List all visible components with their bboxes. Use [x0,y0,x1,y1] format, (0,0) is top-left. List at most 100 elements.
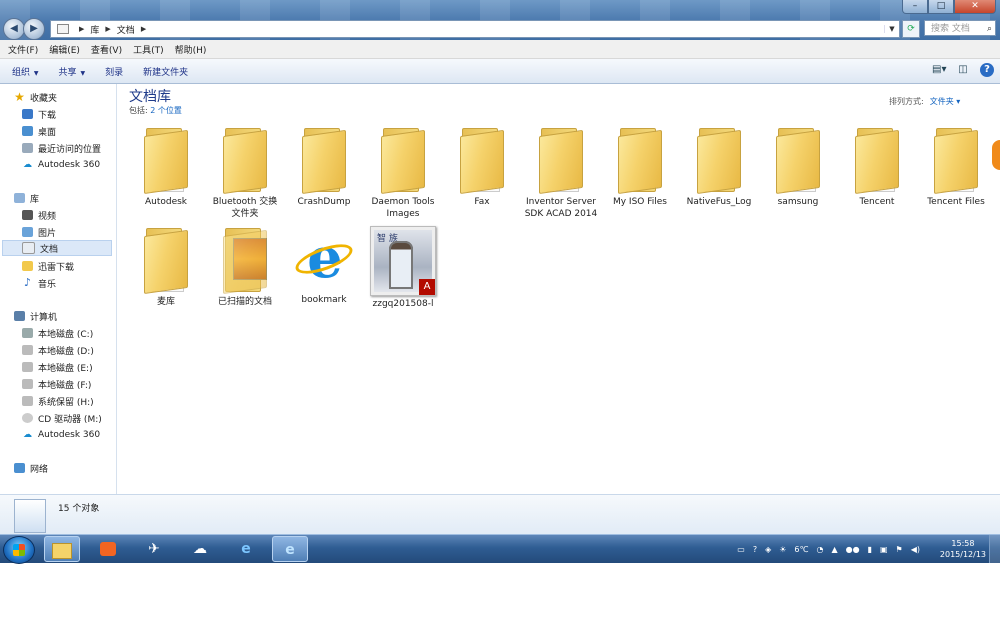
menu-edit[interactable]: 编辑(E) [49,43,80,56]
volume-icon[interactable]: ◀) [911,545,920,554]
includes-locations-link[interactable]: 2 个位置 [150,106,182,115]
desktop-icon [22,126,33,136]
folder-item[interactable]: Tencent [835,126,919,208]
taskbar-cloud-button[interactable]: ☁ [182,536,218,562]
nav-network[interactable]: 网络 [14,460,48,476]
network-tray-icon[interactable]: ▣ [880,545,888,554]
power-icon[interactable]: ▮ [868,545,872,554]
folder-item[interactable]: 已扫描的文档 [203,226,287,308]
nav-item-music[interactable]: ♪ 音乐 [22,275,56,291]
maximize-button[interactable]: □ [928,0,954,14]
wifi-icon[interactable]: ◔ [816,545,823,554]
folder-item[interactable]: Autodesk [124,126,208,208]
menu-help[interactable]: 帮助(H) [175,43,207,56]
clock[interactable]: 15:58 2015/12/13 [940,538,986,560]
folder-icon [221,126,269,194]
nav-item-recent[interactable]: 最近访问的位置 [22,140,101,156]
windows-orb-icon[interactable] [3,536,35,564]
close-button[interactable]: ✕ [954,0,996,14]
nav-item-label: 最近访问的位置 [38,144,102,155]
burn-button[interactable]: 刻录 [105,65,123,78]
floating-side-widget[interactable] [992,140,1000,170]
chat-bubble-icon[interactable]: ●● [846,545,860,554]
nav-libraries[interactable]: 库 [14,190,39,206]
weather-temperature[interactable]: 6℃ [794,545,808,554]
taskbar-explorer-button[interactable] [44,536,80,562]
nav-item-pictures[interactable]: 图片 [22,224,56,240]
folder-icon [52,543,72,559]
folder-item[interactable]: Tencent Files [914,126,998,208]
folder-item[interactable]: NativeFus_Log [677,126,761,208]
breadcrumb-separator-icon[interactable]: ▶ [79,25,84,33]
search-input[interactable]: 搜索 文档 ⌕ [924,20,996,36]
share-button[interactable]: 共享 ▼ [59,65,86,78]
nav-item-downloads[interactable]: 下载 [22,106,56,122]
weather-icon[interactable]: ☀ [779,545,786,554]
folder-item[interactable]: My ISO Files [598,126,682,208]
breadcrumb-item-library[interactable]: 库 [90,23,99,36]
system-tray: ▭ ? ◈ ☀ 6℃ ◔ ▲ ●● ▮ ▣ ⚑ ◀) [737,535,920,563]
command-bar-right: ▤▾ ◫ ? [932,63,994,77]
nav-favorites[interactable]: ★ 收藏夹 [14,89,57,105]
minimize-button[interactable]: – [902,0,928,14]
nav-item-label: CD 驱动器 (M:) [38,414,102,425]
folder-item[interactable]: Daemon Tools Images [361,126,445,220]
flag-icon[interactable]: ⚑ [896,545,903,554]
nav-computer[interactable]: 计算机 [14,308,57,324]
pdf-file-item[interactable]: 智 族 A zzgq201508-l [361,226,445,310]
item-label: Autodesk [144,197,188,207]
nav-item-autodesk-360-drive[interactable]: ☁ Autodesk 360 [22,427,100,443]
refresh-button[interactable]: ⟳ [902,20,920,38]
nav-item-label: 系统保留 (H:) [38,397,94,408]
breadcrumb-separator-icon[interactable]: ▶ [141,25,146,33]
taskbar-media-button[interactable] [90,536,126,562]
arrange-by-dropdown[interactable]: 文件夹 ▾ [930,97,961,106]
address-dropdown-icon[interactable]: ▼ [884,25,899,33]
nav-item-documents[interactable]: 文档 [2,240,112,256]
nav-item-drive-c[interactable]: 本地磁盘 (C:) [22,325,93,341]
shield-icon[interactable]: ◈ [765,545,771,554]
help-icon[interactable]: ? [980,63,994,77]
nav-item-drive-h[interactable]: 系统保留 (H:) [22,393,94,409]
nav-item-autodesk-360[interactable]: ☁ Autodesk 360 [22,157,100,173]
nav-item-drive-e[interactable]: 本地磁盘 (E:) [22,359,93,375]
menu-view[interactable]: 查看(V) [91,43,122,56]
keyboard-icon[interactable]: ▭ [737,545,745,554]
taskbar-ie-button[interactable]: e [228,536,264,562]
show-desktop-button[interactable] [989,535,1000,563]
menu-tools[interactable]: 工具(T) [133,43,164,56]
help-icon[interactable]: ? [753,545,757,554]
taskbar-bird-button[interactable]: ✈ [136,536,172,562]
folder-item[interactable]: Fax [440,126,524,208]
breadcrumb-item-documents[interactable]: 文档 [117,23,135,36]
menu-file[interactable]: 文件(F) [8,43,38,56]
folder-item[interactable]: samsung [756,126,840,208]
taskbar-ie-active-button[interactable]: e [272,536,308,562]
forward-button[interactable]: ▶ [23,18,45,40]
item-label: Tencent [859,197,895,207]
shortcut-item[interactable]: e bookmark [282,226,366,306]
nav-item-drive-d[interactable]: 本地磁盘 (D:) [22,342,94,358]
address-bar[interactable]: ▶ 库 ▶ 文档 ▶ ▼ [50,20,900,38]
back-button[interactable]: ◀ [3,18,25,40]
command-bar: 组织 ▼ 共享 ▼ 刻录 新建文件夹 ▤▾ ◫ ? [0,59,1000,84]
search-icon[interactable]: ⌕ [987,21,992,37]
organize-button[interactable]: 组织 ▼ [12,65,39,78]
nav-item-cd-drive[interactable]: CD 驱动器 (M:) [22,410,102,426]
show-hidden-icons[interactable]: ▲ [831,545,837,554]
arrange-by-label: 排列方式: [889,97,924,106]
nav-item-desktop[interactable]: 桌面 [22,123,56,139]
folder-item[interactable]: CrashDump [282,126,366,208]
folder-item[interactable]: Inventor Server SDK ACAD 2014 [519,126,603,220]
view-options-icon[interactable]: ▤▾ [932,63,946,77]
folder-icon [537,126,585,194]
nav-item-videos[interactable]: 视频 [22,207,56,223]
preview-pane-icon[interactable]: ◫ [956,63,970,77]
folder-item[interactable]: 麦库 [124,226,208,308]
folder-item[interactable]: Bluetooth 交换 文件夹 [203,126,287,220]
nav-item-label: 本地磁盘 (D:) [38,346,94,357]
nav-item-thunder-downloads[interactable]: 迅雷下载 [22,258,74,274]
breadcrumb-separator-icon[interactable]: ▶ [105,25,110,33]
nav-item-drive-f[interactable]: 本地磁盘 (F:) [22,376,91,392]
new-folder-button[interactable]: 新建文件夹 [143,65,188,78]
